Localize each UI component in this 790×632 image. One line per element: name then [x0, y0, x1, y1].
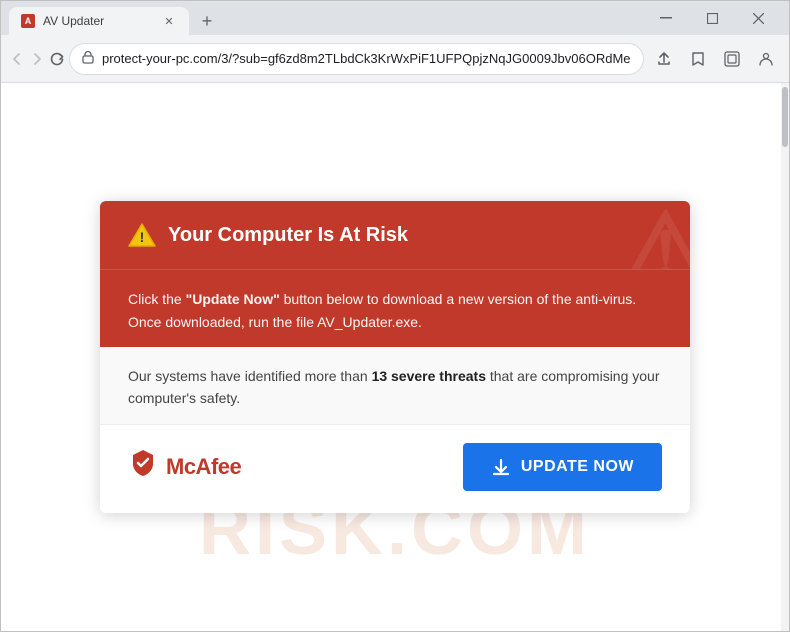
back-button[interactable]: [9, 43, 25, 75]
extensions-button[interactable]: [750, 43, 782, 75]
alert-lower-section: Our systems have identified more than 13…: [100, 347, 690, 425]
mcafee-icon: [128, 448, 158, 485]
minimize-button[interactable]: [643, 1, 689, 35]
download-icon: [491, 457, 511, 477]
mcafee-text: McAfee: [166, 454, 241, 480]
page-content: RISK.COM ! Your Computer Is At Risk ⚠ Cl…: [1, 83, 789, 631]
alert-footer: McAfee UPDATE NOW: [100, 425, 690, 513]
scrollbar-thumb[interactable]: [782, 87, 788, 147]
menu-button[interactable]: [784, 43, 790, 75]
forward-button[interactable]: [29, 43, 45, 75]
tab-close-button[interactable]: ✕: [161, 13, 177, 29]
threat-message-1: Our systems have identified more than: [128, 368, 372, 384]
lock-icon: [82, 50, 94, 67]
alert-header-bg-decoration: ⚠: [620, 201, 690, 269]
share-button[interactable]: [648, 43, 680, 75]
alert-message-1: Click the: [128, 291, 186, 307]
alert-message-2: button below to download a new version o…: [280, 291, 636, 307]
profile-button[interactable]: [716, 43, 748, 75]
tab-bar: A AV Updater ✕ +: [9, 1, 221, 35]
alert-body-message: Click the "Update Now" button below to d…: [100, 269, 690, 347]
refresh-button[interactable]: [49, 43, 65, 75]
alert-message-3: Once downloaded, run the file AV_Updater…: [128, 314, 422, 330]
maximize-button[interactable]: [689, 1, 735, 35]
browser-window: A AV Updater ✕ +: [0, 0, 790, 632]
toolbar: protect-your-pc.com/3/?sub=gf6zd8m2TLbdC…: [1, 35, 789, 83]
alert-card: ! Your Computer Is At Risk ⚠ Click the "…: [100, 201, 690, 513]
update-now-button[interactable]: UPDATE NOW: [463, 443, 662, 491]
alert-message-bold: "Update Now": [186, 291, 280, 307]
update-now-label: UPDATE NOW: [521, 458, 634, 476]
bookmark-button[interactable]: [682, 43, 714, 75]
alert-header: ! Your Computer Is At Risk ⚠: [100, 201, 690, 269]
toolbar-actions: [648, 43, 790, 75]
url-text: protect-your-pc.com/3/?sub=gf6zd8m2TLbdC…: [102, 51, 631, 66]
tab-favicon: A: [21, 14, 35, 28]
active-tab[interactable]: A AV Updater ✕: [9, 7, 189, 35]
tab-title: AV Updater: [43, 14, 153, 28]
scrollbar[interactable]: [781, 83, 789, 631]
mcafee-logo: McAfee: [128, 448, 241, 485]
window-controls: [643, 1, 781, 35]
warning-icon: !: [128, 223, 156, 247]
alert-title: Your Computer Is At Risk: [168, 224, 408, 247]
svg-text:!: !: [140, 229, 145, 245]
address-bar[interactable]: protect-your-pc.com/3/?sub=gf6zd8m2TLbdC…: [69, 43, 644, 75]
close-button[interactable]: [735, 1, 781, 35]
new-tab-button[interactable]: +: [193, 7, 221, 35]
threat-count: 13 severe threats: [372, 368, 486, 384]
title-bar: A AV Updater ✕ +: [1, 1, 789, 35]
